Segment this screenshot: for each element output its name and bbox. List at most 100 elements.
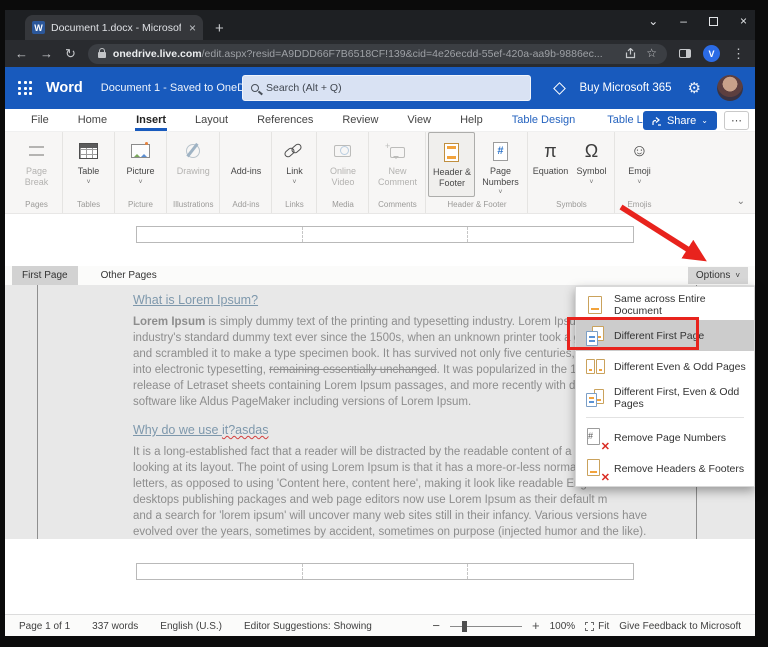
menu-item-different-first-even-odd[interactable]: Different First, Even & Odd Pages bbox=[576, 382, 754, 413]
tab-close-icon[interactable]: × bbox=[189, 21, 196, 35]
first-page-tab[interactable]: First Page bbox=[12, 266, 78, 285]
language[interactable]: English (U.S.) bbox=[160, 621, 222, 632]
app-name[interactable]: Word bbox=[46, 80, 83, 96]
editor-suggestions[interactable]: Editor Suggestions: Showing bbox=[244, 621, 372, 632]
zoom-in-button[interactable]: + bbox=[532, 619, 540, 632]
new-comment-button[interactable]: New Comment bbox=[371, 132, 423, 197]
page-break-icon bbox=[29, 146, 44, 156]
tab-view[interactable]: View bbox=[406, 110, 432, 130]
header-footer-icon bbox=[444, 142, 460, 162]
footer-table[interactable] bbox=[136, 563, 634, 580]
menu-item-remove-headers-footers[interactable]: ✕ Remove Headers & Footers bbox=[576, 453, 754, 484]
share-page-icon[interactable] bbox=[625, 48, 636, 59]
page-numbers-button[interactable]: # Page Numbers ˅ bbox=[475, 132, 525, 197]
new-tab-button[interactable]: + bbox=[215, 21, 224, 36]
zoom-percent[interactable]: 100% bbox=[550, 621, 576, 632]
emoji-smiley-icon: ☺ bbox=[630, 141, 649, 160]
browser-menu-icon[interactable]: ⋮ bbox=[732, 47, 745, 60]
minimize-button[interactable]: – bbox=[680, 14, 687, 28]
picture-icon bbox=[131, 144, 150, 158]
group-emojis: ☺ Emoji ˅ Emojis bbox=[615, 132, 663, 213]
back-icon[interactable]: ← bbox=[15, 47, 28, 60]
footer-table-cell[interactable] bbox=[303, 564, 469, 579]
drawing-button[interactable]: Drawing bbox=[170, 132, 217, 197]
tab-file[interactable]: File bbox=[30, 110, 50, 130]
menu-item-different-first-page[interactable]: Different First Page bbox=[576, 320, 754, 351]
menu-item-same-across[interactable]: Same across Entire Document bbox=[576, 289, 754, 320]
reload-icon[interactable]: ↻ bbox=[65, 47, 76, 60]
other-pages-tab[interactable]: Other Pages bbox=[91, 266, 167, 285]
ribbon: Page Break Pages Table ˅ Tables Picture ˅ … bbox=[5, 132, 755, 214]
footer-table-cell[interactable] bbox=[137, 564, 303, 579]
chevron-down-icon: ˅ bbox=[735, 271, 740, 280]
browser-tab[interactable]: W Document 1.docx - Microsoft Wo × bbox=[25, 15, 203, 40]
add-ins-button[interactable]: Add-ins bbox=[222, 132, 269, 197]
search-box[interactable] bbox=[242, 75, 531, 101]
settings-gear-icon[interactable]: ⚙ bbox=[688, 79, 701, 97]
feedback-link[interactable]: Give Feedback to Microsoft bbox=[619, 621, 741, 632]
group-tables: Table ˅ Tables bbox=[63, 132, 115, 213]
search-icon bbox=[251, 84, 259, 92]
online-video-button[interactable]: Online Video bbox=[319, 132, 366, 197]
app-launcher-icon[interactable] bbox=[18, 81, 32, 95]
maximize-button[interactable] bbox=[708, 16, 718, 26]
chevron-down-icon: ˅ bbox=[589, 178, 594, 186]
word-app-bar: Word Document 1 - Saved to OneDrive Buy … bbox=[5, 67, 755, 109]
options-button[interactable]: Options ˅ bbox=[687, 267, 748, 284]
picture-button[interactable]: Picture ˅ bbox=[117, 132, 164, 197]
tab-table-design[interactable]: Table Design bbox=[511, 110, 577, 130]
zoom-slider-handle[interactable] bbox=[462, 620, 467, 632]
word-count[interactable]: 337 words bbox=[92, 621, 138, 632]
close-window-button[interactable]: × bbox=[740, 14, 747, 28]
buy-microsoft-365-link[interactable]: Buy Microsoft 365 bbox=[580, 82, 672, 94]
equation-button[interactable]: π Equation bbox=[530, 132, 570, 197]
tab-insert[interactable]: Insert bbox=[135, 110, 168, 131]
header-table[interactable] bbox=[136, 226, 634, 243]
forward-icon[interactable]: → bbox=[40, 47, 53, 60]
collapse-ribbon-chevron-icon[interactable]: ⌄ bbox=[737, 196, 745, 207]
group-illustrations: Drawing Illustrations bbox=[167, 132, 221, 213]
menu-item-remove-page-numbers[interactable]: # ✕ Remove Page Numbers bbox=[576, 422, 754, 453]
link-button[interactable]: Link ˅ bbox=[274, 132, 314, 197]
header-footer-button[interactable]: Header & Footer bbox=[428, 132, 476, 197]
page-count[interactable]: Page 1 of 1 bbox=[19, 621, 70, 632]
page-break-button[interactable]: Page Break bbox=[13, 132, 60, 197]
tab-home[interactable]: Home bbox=[77, 110, 108, 130]
link-icon bbox=[283, 142, 304, 159]
tab-review[interactable]: Review bbox=[341, 110, 379, 130]
tab-search-chevron-icon[interactable]: ⌄ bbox=[648, 14, 658, 28]
side-panel-icon[interactable] bbox=[679, 49, 691, 58]
fit-button[interactable]: Fit bbox=[585, 621, 609, 632]
address-bar[interactable]: onedrive.live.com/edit.aspx?resid=A9DDD6… bbox=[87, 43, 667, 64]
menu-item-different-even-odd[interactable]: Different Even & Odd Pages bbox=[576, 351, 754, 382]
footer-edit-strip[interactable] bbox=[5, 539, 755, 614]
remove-headers-footers-icon: ✕ bbox=[585, 458, 610, 483]
footer-table-cell[interactable] bbox=[468, 564, 633, 579]
header-table-cell[interactable] bbox=[303, 227, 469, 242]
tab-help[interactable]: Help bbox=[459, 110, 484, 130]
account-avatar[interactable] bbox=[717, 75, 743, 101]
bookmark-star-icon[interactable]: ☆ bbox=[646, 47, 657, 60]
symbol-button[interactable]: Ω Symbol ˅ bbox=[570, 132, 612, 197]
zoom-slider[interactable] bbox=[450, 620, 522, 632]
header-table-cell[interactable] bbox=[468, 227, 633, 242]
browser-titlebar: W Document 1.docx - Microsoft Wo × + ⌄ –… bbox=[5, 10, 755, 40]
different-even-odd-icon bbox=[585, 357, 606, 377]
tab-references[interactable]: References bbox=[256, 110, 314, 130]
table-button[interactable]: Table ˅ bbox=[65, 132, 112, 197]
emoji-button[interactable]: ☺ Emoji ˅ bbox=[617, 132, 661, 197]
share-button[interactable]: Share ⌄ bbox=[642, 111, 717, 130]
ribbon-tab-row: File Home Insert Layout References Revie… bbox=[5, 109, 755, 132]
document-title[interactable]: Document 1 - Saved to OneDrive bbox=[101, 82, 251, 94]
header-table-cell[interactable] bbox=[137, 227, 303, 242]
ribbon-more-button[interactable]: ⋯ bbox=[724, 111, 749, 130]
tab-layout[interactable]: Layout bbox=[194, 110, 229, 130]
search-input[interactable] bbox=[266, 82, 522, 94]
fit-icon bbox=[585, 621, 595, 631]
browser-profile-avatar[interactable]: V bbox=[703, 45, 720, 62]
page-left-edge bbox=[37, 285, 38, 539]
header-edit-strip[interactable] bbox=[5, 214, 755, 266]
zoom-out-button[interactable]: − bbox=[432, 619, 440, 632]
different-first-page-icon bbox=[585, 325, 606, 346]
group-picture: Picture ˅ Picture bbox=[115, 132, 167, 213]
